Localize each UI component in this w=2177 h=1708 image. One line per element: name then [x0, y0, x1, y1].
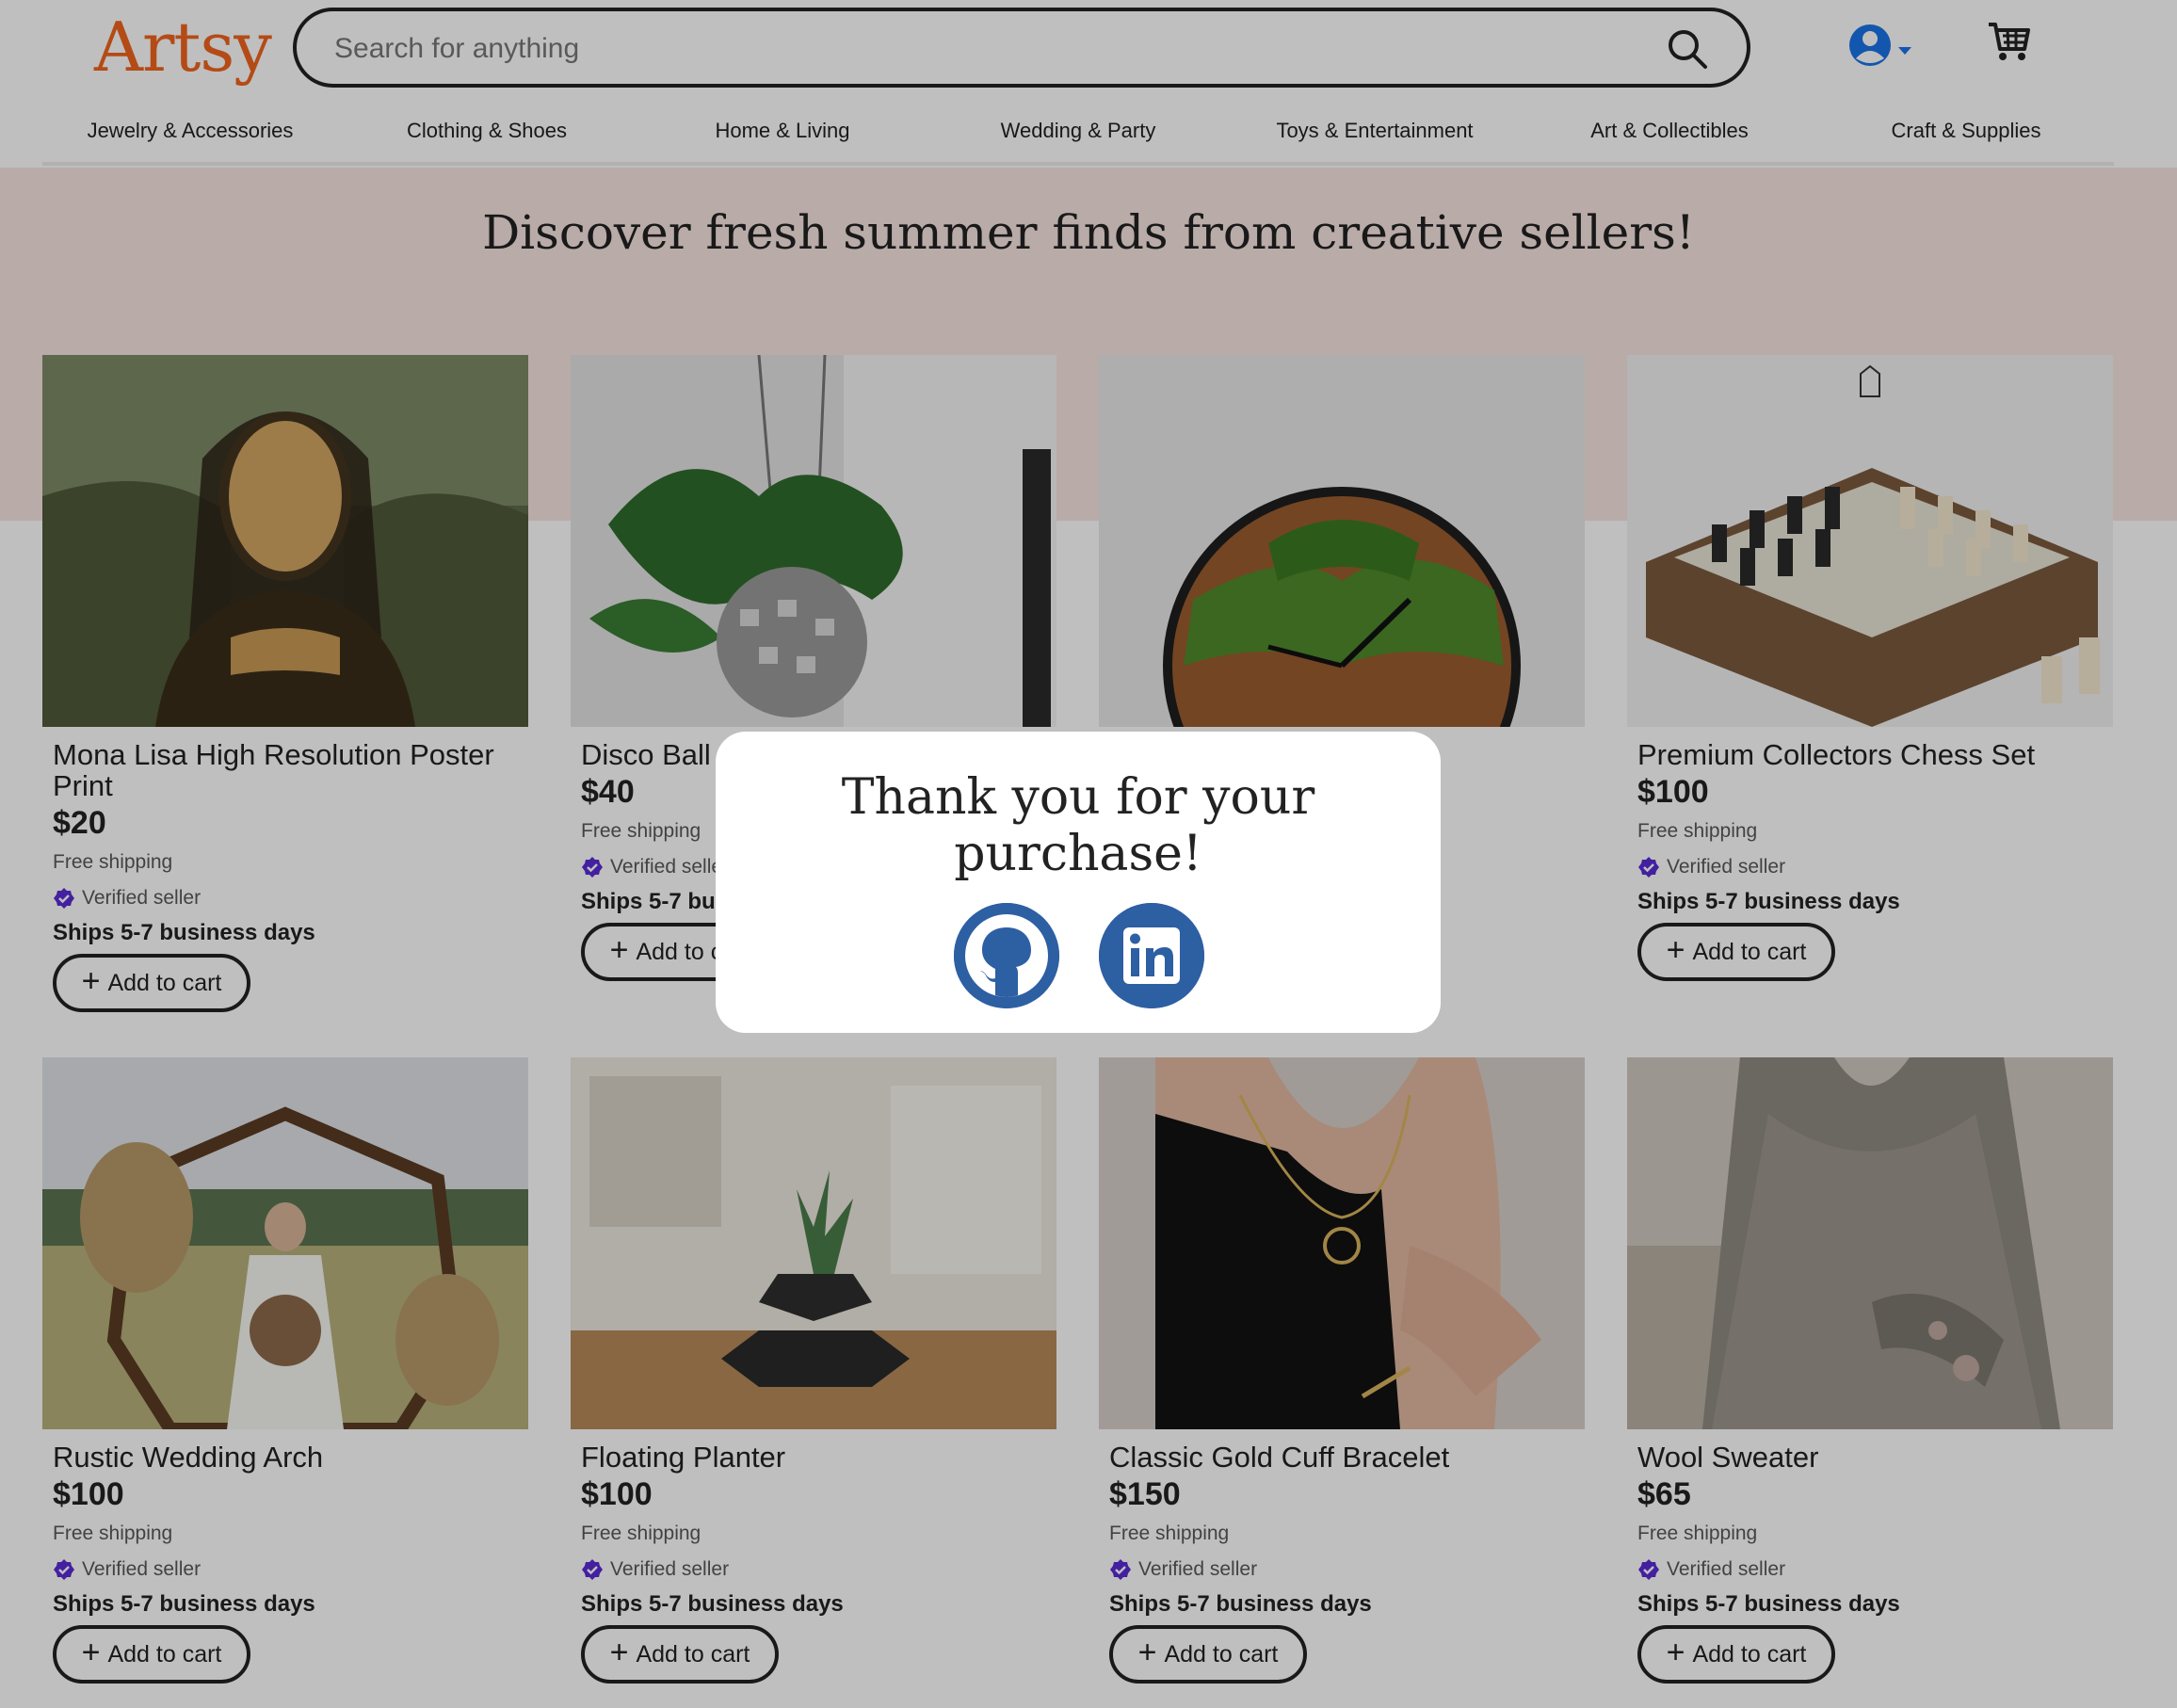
github-link[interactable] [954, 903, 1059, 1008]
modal-title: Thank you for your purchase! [841, 769, 1315, 882]
github-icon [954, 903, 1059, 1008]
purchase-confirmation-modal: Thank you for your purchase! [716, 732, 1441, 1033]
linkedin-link[interactable] [1099, 903, 1204, 1008]
linkedin-icon [1099, 903, 1204, 1008]
